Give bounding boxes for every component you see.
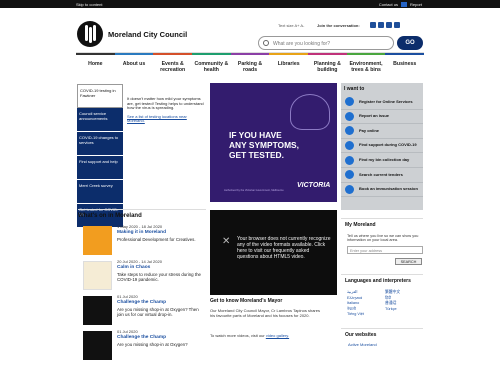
- get-tested-poster[interactable]: IF YOU HAVE ANY SYMPTOMS, GET TESTED. Auth…: [210, 83, 337, 202]
- report-icon: [345, 111, 354, 121]
- support-icon: [345, 141, 354, 151]
- video-gallery-text: To watch more videos, visit our video ga…: [210, 333, 290, 338]
- divider: [341, 274, 423, 275]
- immunisation-icon: [345, 184, 354, 194]
- instagram-icon[interactable]: [386, 22, 392, 28]
- event-item[interactable]: 01 Jul 2020 Challenge the Champ Are you …: [83, 329, 205, 373]
- divider: [341, 218, 423, 219]
- youtube-icon[interactable]: [394, 22, 400, 28]
- my-moreland-text: Tell us where you live so we can show yo…: [347, 234, 419, 243]
- language-links: العربية 繁體中文 Ελληνικά हिंदी Italiano 普通话…: [347, 290, 423, 318]
- address-input[interactable]: Enter your address: [347, 246, 423, 254]
- video-gallery-link[interactable]: video gallery.: [266, 333, 289, 338]
- video-unsupported-message[interactable]: Your browser does not currently recogniz…: [237, 236, 332, 260]
- utility-bar: Skip to content Contact us Report: [0, 0, 500, 8]
- nav-item[interactable]: Business: [385, 53, 425, 78]
- mayor-video-player[interactable]: ✕ Your browser does not currently recogn…: [210, 210, 337, 295]
- event-thumbnail: [83, 296, 112, 325]
- our-websites-title: Our websites: [345, 332, 377, 338]
- pay-icon: [345, 126, 354, 136]
- site-header: Moreland City Council Text size A+ A- Jo…: [0, 8, 500, 50]
- mayor-section-title: Get to know Moreland's Mayor: [210, 298, 283, 304]
- whats-on-title: What's on in Moreland: [78, 209, 206, 219]
- i-want-to-panel: I want to Register for Online Services R…: [341, 83, 423, 210]
- iwant-bin-link[interactable]: Find my bin collection day: [341, 153, 423, 168]
- nav-item[interactable]: Community & health: [192, 53, 231, 78]
- join-conversation-label: Join the conversation:: [317, 23, 360, 28]
- council-logo[interactable]: [77, 21, 103, 47]
- site-search-input[interactable]: What are you looking for?: [258, 36, 394, 50]
- covid-sidebar-menu: COVID-19 testing in Fawkner Council serv…: [77, 84, 123, 228]
- victoria-logo: VICTORIA: [297, 182, 331, 189]
- main-navigation: Home About us Events & recreation Commun…: [76, 52, 425, 78]
- iwant-support-link[interactable]: Find support during COVID-19: [341, 139, 423, 154]
- sidebar-item[interactable]: Find support and help: [77, 156, 123, 180]
- sidebar-item[interactable]: Council service announcements: [77, 108, 123, 132]
- mayor-description: Our Moreland City Council Mayor, Cr Lamb…: [210, 308, 320, 318]
- sidebar-item[interactable]: Merri Creek survey: [77, 180, 123, 204]
- covid-testing-text: It doesn't matter how mild your symptoms…: [127, 96, 205, 124]
- text-size-control[interactable]: Text size A+ A-: [278, 23, 304, 28]
- my-moreland-title: My Moreland: [345, 222, 376, 228]
- poster-headline: IF YOU HAVE ANY SYMPTOMS, GET TESTED.: [229, 130, 299, 160]
- nav-item[interactable]: About us: [114, 53, 154, 78]
- search-go-button[interactable]: GO: [397, 36, 423, 50]
- language-link[interactable]: Türkçe: [385, 307, 423, 313]
- website-link[interactable]: Active Moreland: [348, 342, 377, 347]
- contact-us-link[interactable]: Contact us: [379, 2, 398, 7]
- i-want-to-title: I want to: [344, 86, 365, 92]
- languages-title: Languages and interpreters: [345, 278, 411, 284]
- bin-icon: [345, 155, 354, 165]
- person-illustration: [290, 94, 330, 130]
- pay-icon[interactable]: [400, 2, 407, 7]
- nav-item[interactable]: Events & recreation: [153, 53, 193, 78]
- tenders-icon: [345, 170, 354, 180]
- language-link[interactable]: Tiếng Việt: [347, 312, 385, 318]
- poster-footer: Authorised by the Victorian Government, …: [224, 189, 284, 192]
- event-thumbnail: [83, 331, 112, 360]
- iwant-pay-link[interactable]: Pay online: [341, 124, 423, 139]
- register-icon: [345, 97, 354, 107]
- address-search-button[interactable]: SEARCH: [395, 258, 422, 265]
- facebook-icon[interactable]: [370, 22, 376, 28]
- twitter-icon[interactable]: [378, 22, 384, 28]
- sidebar-item[interactable]: COVID-19 testing in Fawkner: [77, 84, 123, 108]
- skip-to-content-link[interactable]: Skip to content: [76, 2, 102, 7]
- divider: [341, 328, 423, 329]
- broken-video-icon: ✕: [222, 236, 231, 247]
- nav-item[interactable]: Libraries: [269, 53, 309, 78]
- sidebar-item[interactable]: COVID-19 changes to services: [77, 132, 123, 156]
- search-icon: [263, 40, 269, 46]
- report-link[interactable]: Report: [410, 2, 422, 7]
- iwant-immunisation-link[interactable]: Book an immunisation session: [341, 183, 423, 198]
- iwant-report-link[interactable]: Report an issue: [341, 110, 423, 125]
- iwant-register-link[interactable]: Register for Online Services: [341, 95, 423, 110]
- event-thumbnail: [83, 261, 112, 290]
- testing-locations-link[interactable]: See a list of testing locations near Mor…: [127, 114, 205, 124]
- nav-item[interactable]: Environment, trees & bins: [346, 53, 386, 78]
- nav-item[interactable]: Parking & roads: [230, 53, 270, 78]
- event-thumbnail: [83, 226, 112, 255]
- nav-item[interactable]: Planning & building: [308, 53, 347, 78]
- iwant-tenders-link[interactable]: Search current tenders: [341, 168, 423, 183]
- council-name: Moreland City Council: [108, 30, 188, 39]
- nav-item[interactable]: Home: [76, 53, 115, 78]
